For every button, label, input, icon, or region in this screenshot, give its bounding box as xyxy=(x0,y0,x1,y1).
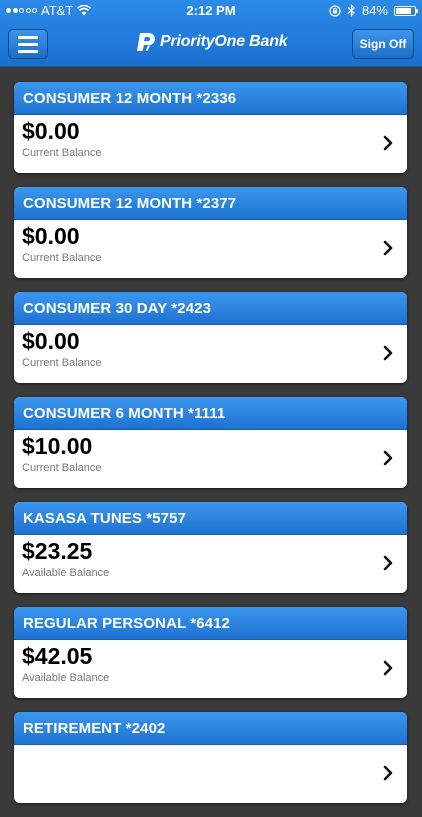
hamburger-menu-icon xyxy=(18,42,38,46)
account-balance-label: Current Balance xyxy=(22,462,102,474)
sign-off-button[interactable]: Sign Off xyxy=(352,29,414,59)
bank-logo: PriorityOne Bank xyxy=(135,31,288,53)
bank-name: PriorityOne Bank xyxy=(160,33,288,50)
account-card[interactable]: RETIREMENT *2402 xyxy=(14,712,407,803)
account-body: $0.00 Current Balance xyxy=(14,325,407,383)
chevron-right-icon xyxy=(383,240,393,256)
account-name: CONSUMER 12 MONTH *2377 xyxy=(14,187,407,220)
account-body: $0.00 Current Balance xyxy=(14,115,407,173)
account-card[interactable]: REGULAR PERSONAL *6412 $42.05 Available Ba… xyxy=(14,607,407,698)
account-body xyxy=(14,745,407,803)
account-card[interactable]: CONSUMER 12 MONTH *2377 $0.00 Current Bala… xyxy=(14,187,407,278)
account-balance-amount: $0.00 xyxy=(22,118,80,144)
account-balance-amount: $0.00 xyxy=(22,328,80,354)
chevron-right-icon xyxy=(383,345,393,361)
account-balance-label: Available Balance xyxy=(22,567,110,579)
battery-icon xyxy=(394,5,418,16)
account-card[interactable]: CONSUMER 6 MONTH *1111 $10.00 Current Bala… xyxy=(14,397,407,488)
account-name: REGULAR PERSONAL *6412 xyxy=(14,607,407,640)
account-list: CONSUMER 12 MONTH *2336 $0.00 Current Bala… xyxy=(14,82,407,817)
account-card[interactable]: CONSUMER 30 DAY *2423 $0.00 Current Balanc… xyxy=(14,292,407,383)
menu-button[interactable] xyxy=(8,29,48,59)
account-body: $0.00 Current Balance xyxy=(14,220,407,278)
chevron-right-icon xyxy=(383,660,393,676)
account-name: CONSUMER 12 MONTH *2336 xyxy=(14,82,407,115)
chevron-right-icon xyxy=(383,450,393,466)
account-name: KASASA TUNES *5757 xyxy=(14,502,407,535)
status-bar: AT&T 2:12 PM 84% xyxy=(0,0,422,22)
chevron-right-icon xyxy=(383,765,393,781)
battery-fill xyxy=(396,7,412,14)
account-name: CONSUMER 30 DAY *2423 xyxy=(14,292,407,325)
account-name: CONSUMER 6 MONTH *1111 xyxy=(14,397,407,430)
rotation-lock-icon xyxy=(329,4,341,17)
account-balance-amount: $23.25 xyxy=(22,538,93,564)
status-right: 84% xyxy=(329,3,418,18)
account-body: $10.00 Current Balance xyxy=(14,430,407,488)
account-balance-amount: $10.00 xyxy=(22,433,93,459)
bluetooth-icon xyxy=(347,4,355,17)
account-card[interactable]: KASASA TUNES *5757 $23.25 Available Balanc… xyxy=(14,502,407,593)
account-balance-amount: $42.05 xyxy=(22,643,93,669)
hamburger-menu-icon xyxy=(18,35,38,39)
account-body: $42.05 Available Balance xyxy=(14,640,407,698)
account-balance-label: Current Balance xyxy=(22,252,102,264)
account-balance-label: Current Balance xyxy=(22,357,102,369)
hamburger-menu-icon xyxy=(18,49,38,53)
account-balance-amount: $0.00 xyxy=(22,223,80,249)
account-body: $23.25 Available Balance xyxy=(14,535,407,593)
chevron-right-icon xyxy=(383,135,393,151)
chevron-right-icon xyxy=(383,555,393,571)
account-name: RETIREMENT *2402 xyxy=(14,712,407,745)
account-balance-label: Current Balance xyxy=(22,147,102,159)
bank-logo-icon xyxy=(137,33,155,51)
battery-percentage: 84% xyxy=(361,3,388,18)
account-card[interactable]: CONSUMER 12 MONTH *2336 $0.00 Current Bala… xyxy=(14,82,407,173)
account-balance-label: Available Balance xyxy=(22,672,110,684)
app-header: AT&T 2:12 PM 84% PriorityOne Bank Sign O… xyxy=(0,0,422,67)
